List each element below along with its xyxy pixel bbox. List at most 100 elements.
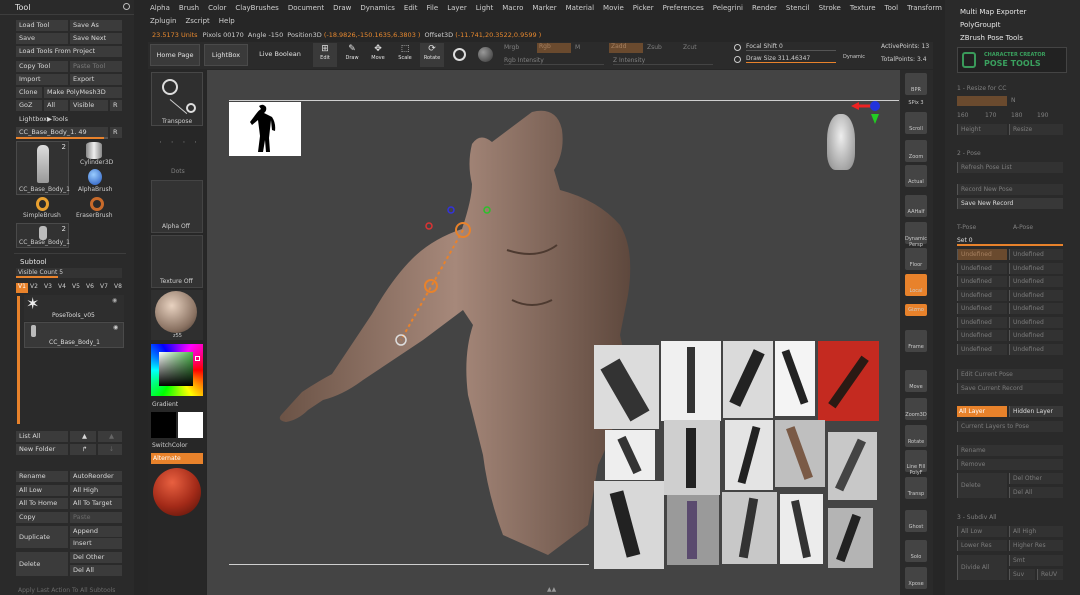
r-button[interactable]: R xyxy=(110,100,122,111)
zadd-toggle[interactable]: Zadd xyxy=(609,43,643,53)
paste-tool-button[interactable]: Paste Tool xyxy=(70,61,122,72)
arrow-down-button[interactable]: ↓ xyxy=(98,444,122,455)
menu-item[interactable]: Texture xyxy=(850,4,876,12)
del-other-button[interactable]: Del Other xyxy=(70,552,122,563)
gizmo-red-icon[interactable] xyxy=(425,222,433,230)
lightbox-tools-button[interactable]: Lightbox▶Tools xyxy=(16,114,122,125)
sphere-shaded-icon[interactable] xyxy=(478,47,493,62)
shelf-scroll-button[interactable]: Scroll xyxy=(905,112,927,134)
all-low-pose-button[interactable]: All Low xyxy=(957,526,1007,537)
main-color-swatch[interactable] xyxy=(151,412,176,438)
menu-item[interactable]: Zplugin xyxy=(150,17,176,25)
shelf-spix-button[interactable]: SPix 3 xyxy=(905,100,927,109)
menu-item[interactable]: Zscript xyxy=(185,17,209,25)
reuv-toggle[interactable]: ReUV xyxy=(1037,569,1063,580)
all-high-pose-button[interactable]: All High xyxy=(1009,526,1063,537)
subtool-list-scrollbar[interactable] xyxy=(17,296,20,424)
menu-item[interactable]: File xyxy=(426,4,438,12)
live-boolean-button[interactable]: Live Boolean xyxy=(252,44,308,66)
n-toggle[interactable]: N xyxy=(1011,97,1016,104)
shelf-move-button[interactable]: Move xyxy=(905,370,927,392)
new-folder-button[interactable]: New Folder xyxy=(16,444,68,455)
move-up-button[interactable]: ▲ xyxy=(70,431,96,442)
pose-slot[interactable]: Undefined xyxy=(957,289,1007,301)
m-toggle[interactable]: M xyxy=(575,44,580,51)
pose-slot[interactable]: Undefined xyxy=(1009,276,1063,287)
visibility-eye-icon[interactable]: ◉ xyxy=(113,324,118,331)
menu-item[interactable]: Stencil xyxy=(786,4,810,12)
record-new-pose-button[interactable]: Record New Pose xyxy=(957,184,1063,195)
menu-item[interactable]: Brush xyxy=(179,4,199,12)
zcut-toggle[interactable]: Zcut xyxy=(683,44,697,51)
tool-thumb[interactable]: Cylinder3D xyxy=(72,141,122,167)
shelf-polyf-button[interactable]: Line Fill PolyF xyxy=(905,450,927,476)
pose-slot[interactable]: Undefined xyxy=(957,330,1007,341)
smt-toggle[interactable]: Smt xyxy=(1009,555,1063,566)
divide-all-button[interactable]: Divide All xyxy=(957,555,1007,580)
del-all-button[interactable]: Del All xyxy=(70,565,122,576)
v-tab[interactable]: V1 xyxy=(16,283,28,293)
export-button[interactable]: Export xyxy=(70,74,122,85)
z-intensity-slider[interactable]: Z Intensity xyxy=(613,57,713,65)
pose-section-title[interactable]: 2 - Pose xyxy=(957,150,981,157)
mrgb-toggle[interactable]: Mrgb xyxy=(504,44,519,51)
shelf-zoom3d-button[interactable]: Zoom3D xyxy=(905,398,927,420)
paste-button[interactable]: Paste xyxy=(70,512,122,523)
apply-to-all-subtools[interactable]: Apply Last Action To All Subtools xyxy=(18,587,115,594)
clone-button[interactable]: Clone xyxy=(16,87,42,98)
v-tab[interactable]: V7 xyxy=(100,283,108,290)
size-180-button[interactable]: 180 xyxy=(1011,112,1022,119)
set-slider[interactable]: Set 0 xyxy=(957,236,1063,246)
remove-pose-button[interactable]: Remove xyxy=(957,459,1063,470)
shelf-frame-button[interactable]: Frame xyxy=(905,330,927,352)
focal-shift-slider[interactable]: Focal Shift 0 xyxy=(746,43,836,51)
menu-item[interactable]: Alpha xyxy=(150,4,170,12)
canvas[interactable]: ▲▲ xyxy=(207,70,900,595)
all-to-home-button[interactable]: All To Home xyxy=(16,498,68,509)
lightbox-button[interactable]: LightBox xyxy=(204,44,248,66)
texture-off-button[interactable]: Texture Off xyxy=(151,235,203,288)
all-high-button[interactable]: All High xyxy=(70,485,122,496)
height-slider[interactable]: Height xyxy=(957,124,1007,135)
resize-value-slider[interactable] xyxy=(957,96,1007,106)
shelf-solo-button[interactable]: Solo xyxy=(905,540,927,562)
save-new-record-button[interactable]: Save New Record xyxy=(957,198,1063,209)
size-160-button[interactable]: 160 xyxy=(957,112,968,119)
subtool-item[interactable]: ✶ PoseTools_v05 ◉ xyxy=(24,294,124,321)
menu-item[interactable]: Light xyxy=(476,4,493,12)
shelf-gizmo-button[interactable]: Gizmo xyxy=(905,304,927,316)
menu-item[interactable]: Transform xyxy=(907,4,942,12)
dynamic-toggle[interactable]: Dynamic xyxy=(843,54,865,60)
v-tab[interactable]: V2 xyxy=(30,283,38,290)
pose-tools-menu[interactable]: ZBrush Pose Tools xyxy=(960,34,1023,42)
all-layer-button[interactable]: All Layer xyxy=(957,406,1007,417)
multi-map-exporter-menu[interactable]: Multi Map Exporter xyxy=(960,8,1026,16)
save-current-record-button[interactable]: Save Current Record xyxy=(957,383,1063,394)
edit-button[interactable]: ⊞ Edit xyxy=(313,43,337,67)
menu-item[interactable]: Document xyxy=(288,4,324,12)
menu-item[interactable]: Movie xyxy=(603,4,624,12)
refresh-pose-list-button[interactable]: Refresh Pose List xyxy=(957,162,1063,173)
sphere-material-icon[interactable] xyxy=(453,48,466,61)
resize-button[interactable]: Resize xyxy=(1009,124,1063,135)
menu-item[interactable]: Material xyxy=(566,4,594,12)
menu-item[interactable]: Stroke xyxy=(819,4,841,12)
del-other-pose-button[interactable]: Del Other xyxy=(1009,473,1063,484)
rgb-toggle[interactable]: Rgb xyxy=(537,43,571,53)
save-next-button[interactable]: Save Next xyxy=(70,33,122,44)
copy-tool-button[interactable]: Copy Tool xyxy=(16,61,68,72)
shelf-xpose-button[interactable]: Xpose xyxy=(905,567,927,589)
menu-item[interactable]: Edit xyxy=(404,4,418,12)
size-190-button[interactable]: 190 xyxy=(1037,112,1048,119)
goz-button[interactable]: GoZ xyxy=(16,100,42,111)
shelf-floor-button[interactable]: Floor xyxy=(905,248,927,270)
rename-button[interactable]: Rename xyxy=(16,471,68,482)
menu-item[interactable]: Marker xyxy=(532,4,556,12)
pose-slot[interactable]: Undefined xyxy=(957,303,1007,314)
menu-item[interactable]: Picker xyxy=(633,4,654,12)
visibility-eye-icon[interactable]: ◉ xyxy=(112,297,117,304)
shelf-aahalf-button[interactable]: AAHalf xyxy=(905,195,927,217)
material-button[interactable]: z55 xyxy=(151,290,203,340)
v-tab[interactable]: V5 xyxy=(72,283,80,290)
all-button[interactable]: All xyxy=(44,100,68,111)
